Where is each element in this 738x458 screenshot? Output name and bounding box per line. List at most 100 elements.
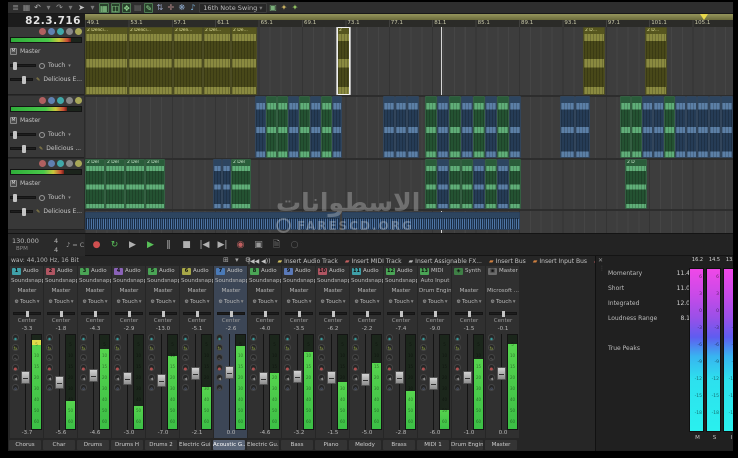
monitor-icon[interactable]: ◀ [284,374,291,381]
loop-end-marker[interactable] [700,14,708,20]
media-clip[interactable]: 2 D... [583,27,605,95]
sends-icon[interactable]: ∿ [386,354,393,361]
media-clip[interactable] [575,96,590,158]
pan-slider[interactable] [10,147,36,150]
mixer-strip[interactable]: 4AudioSoundsnapperMaster⚙Touch▾Center-2.… [112,266,146,438]
media-clip[interactable] [449,96,461,158]
fx-name-label[interactable]: Delicious E... [43,208,82,215]
pan-slider[interactable] [217,312,245,315]
project-notes-button[interactable]: 🗎 [270,238,283,252]
strip-send-label[interactable]: Master [113,288,145,294]
media-clip[interactable] [85,212,340,230]
send-target-label[interactable]: Master [20,117,41,124]
monitor-icon[interactable]: ◀ [114,374,121,381]
media-clip[interactable] [485,159,497,209]
tempo-box[interactable]: 130.000 BPM 4 4 ♪ = C [8,234,85,257]
phase-icon[interactable]: ⊘ [216,384,223,391]
track-name-label[interactable]: Acoustic G... [213,440,245,450]
track-name-label[interactable]: Master [485,440,517,450]
recarm-icon[interactable]: ● [148,364,155,371]
media-clip[interactable] [653,96,664,158]
fx-icon[interactable]: fx [488,344,495,351]
automation-mode-dropdown[interactable]: ⚙Touch▾ [419,299,451,305]
phase-icon[interactable]: ⊘ [12,384,19,391]
metronome-button[interactable]: ▣ [252,238,265,252]
redo-icon[interactable]: ↷ [55,3,64,13]
media-clip[interactable] [620,96,631,158]
fx-icon[interactable]: fx [80,344,87,351]
media-clip[interactable]: 2 Delici... [85,27,128,95]
cursor-dropdown-icon[interactable]: ▾ [88,3,97,13]
ripple-edit-icon[interactable]: ◫ [111,3,121,13]
media-clip[interactable] [473,96,485,158]
track-button-icon[interactable] [57,160,64,167]
bpm-value[interactable]: 130.000 [12,237,39,245]
track-name-label[interactable]: Drums [77,440,109,450]
pan-handle[interactable] [94,311,97,317]
strip-send-label[interactable]: Master [45,288,77,294]
mixer-strip[interactable]: 10AudioSoundsnapperMaster⚙Touch▾Center-6… [316,266,350,438]
media-clip[interactable] [277,96,288,158]
undo-icon[interactable]: ↶ [33,3,42,13]
phase-icon[interactable]: ⊘ [284,384,291,391]
media-clip[interactable] [222,159,231,209]
insert-assignable-fx-button[interactable]: ▰Insert Assignable FX... [409,258,482,265]
automation-mode-label[interactable]: Touch [48,131,65,138]
phase-icon[interactable]: ⊘ [250,384,257,391]
automation-mode-dropdown[interactable]: ⚙Touch▾ [385,299,417,305]
fx-icon[interactable]: fx [250,344,257,351]
fx-icon[interactable]: fx [318,344,325,351]
fader-handle[interactable] [361,373,370,386]
strip-send-label[interactable]: Master [317,288,349,294]
automation-mode-dropdown[interactable]: ⚙Touch▾ [45,299,77,305]
close-icon[interactable]: ✕ [598,257,603,264]
strip-send-label[interactable]: Master [453,288,485,294]
volume-fader[interactable] [259,334,268,430]
track-panel[interactable]: MMasterTouch▾✎Delicious ... [8,96,84,158]
media-clip[interactable]: 2 Del [85,159,105,209]
recarm-icon[interactable]: ● [12,364,19,371]
slider-handle[interactable] [13,131,17,139]
track-button-icon[interactable] [57,97,64,104]
automation-mode-dropdown[interactable]: ⚙Touch▾ [79,299,111,305]
fader-handle[interactable] [463,371,472,384]
fx-icon[interactable]: fx [46,344,53,351]
monitor-icon[interactable]: ◀ [46,374,53,381]
fx-icon[interactable]: fx [148,344,155,351]
play-button[interactable]: ▶ [144,238,157,252]
fader-handle[interactable] [123,372,132,385]
fx-icon[interactable]: fx [386,344,393,351]
phase-icon[interactable]: ⊘ [318,384,325,391]
sends-icon[interactable]: ∿ [250,354,257,361]
track-button-icon[interactable] [48,28,55,35]
volume-slider[interactable] [10,133,36,136]
fx-name-label[interactable]: Delicious E... [43,76,82,83]
punch-button[interactable]: ◉ [234,238,247,252]
media-clip[interactable] [497,159,509,209]
automation-mode-icon[interactable] [39,195,45,201]
insert-midi-track-button[interactable]: ▰Insert MIDI Track [345,258,402,265]
strip-fx-label[interactable]: Soundsnapper [385,278,417,284]
pan-slider[interactable] [81,312,109,315]
media-clip[interactable]: 2 Del... [203,27,231,95]
env-icon[interactable]: ◉ [386,334,393,341]
recarm-icon[interactable]: ● [318,364,325,371]
mixer-strip[interactable]: 6AudioSoundsnapperMaster⚙Touch▾Center-5.… [180,266,214,438]
slider-handle[interactable] [22,145,26,153]
pan-handle[interactable] [264,311,267,317]
go-to-start-button[interactable]: |◀ [198,238,211,252]
time-signature-denominator[interactable]: 4 [54,246,58,254]
mixer-strip[interactable]: ◈SynthMaster⚙Touch▾Center-1.5◉fx∿●◀⊘5101… [452,266,486,438]
fader-handle[interactable] [157,374,166,387]
env-icon[interactable]: ◉ [488,334,495,341]
pan-handle[interactable] [162,311,165,317]
monitor-icon[interactable]: ◀ [352,374,359,381]
track-button-icon[interactable] [66,97,73,104]
track-name-label[interactable]: Electric Gui... [179,440,211,450]
env-icon[interactable]: ◉ [250,334,257,341]
slider-handle[interactable] [22,208,26,216]
fx-chain-icon[interactable]: ❋ [177,3,186,13]
track-name-label[interactable]: Electric Gu... [247,440,279,450]
automation-mode-dropdown[interactable]: ⚙Touch▾ [147,299,179,305]
env-icon[interactable]: ◉ [80,334,87,341]
